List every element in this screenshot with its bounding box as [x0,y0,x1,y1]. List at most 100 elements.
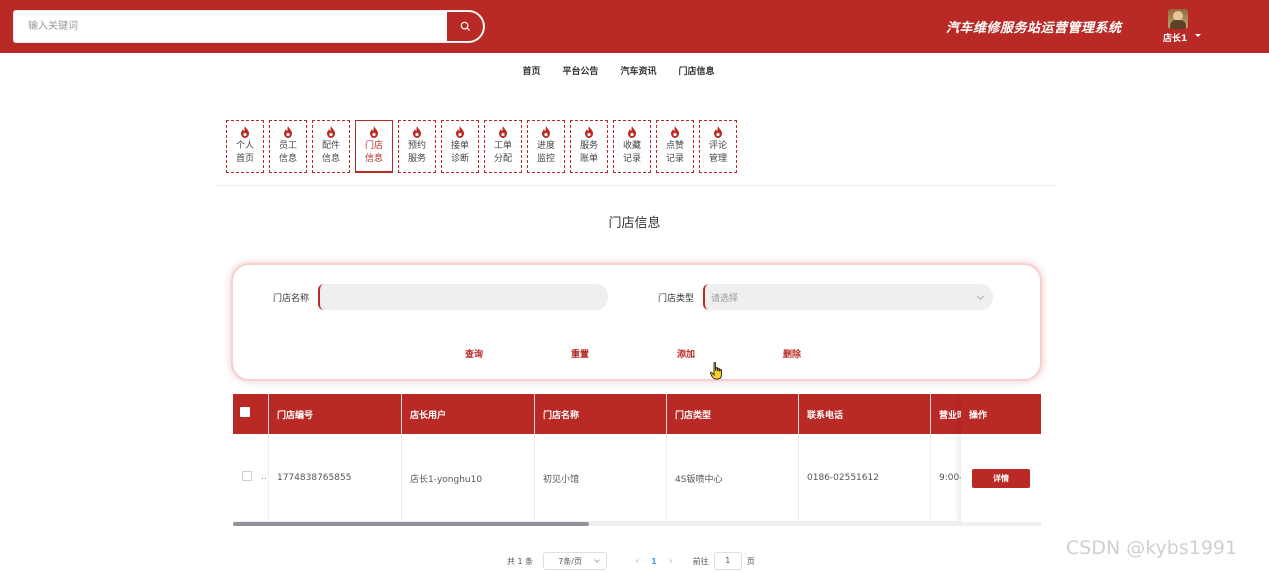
row-ellipsis: … [261,472,268,482]
cell-phone: 0186-02551612 [799,434,931,522]
subnav-label-line2: 信息 [278,154,297,164]
subnav-label-line2: 记录 [622,154,641,164]
subnav-label-line1: 评论 [708,141,727,151]
store-name-label: 门店名称 [273,294,310,304]
flame-icon [671,126,679,138]
prev-page-button[interactable]: ‹ [635,556,639,567]
cell-store-name: 初见小馆 [535,434,667,522]
subnav-item-staff[interactable]: 员工 信息 [269,120,307,173]
sub-nav: 个人 首页 员工 信息 配件 信息 门店 信息 预约 服务 接单 诊断 工单 分… [226,120,742,173]
col-store-type[interactable]: 门店类型 [667,394,799,434]
subnav-label-line1: 收藏 [622,141,641,151]
chevron-down-icon [976,292,985,301]
subnav-label-line1: 配件 [321,141,340,151]
subnav-label-line2: 服务 [407,154,426,164]
store-name-input[interactable] [318,284,608,310]
flame-icon [241,126,249,138]
subnav-item-progress[interactable]: 进度 监控 [527,120,565,173]
subnav-item-diagnosis[interactable]: 接单 诊断 [441,120,479,173]
user-name[interactable]: 店长1 [1163,31,1187,44]
subnav-label-line1: 服务 [579,141,598,151]
pagination-total: 共 1 条 [507,556,534,566]
page-number-current[interactable]: 1 [651,557,657,566]
operation-column: 操作 详情 [961,394,1041,522]
pagination: 共 1 条 7条/页 ‹ 1 › 前往 1 页 [507,551,755,571]
nav-store-info[interactable]: 门店信息 [679,64,715,77]
subnav-label-line1: 工单 [493,141,512,151]
page-jump-input[interactable]: 1 [713,552,742,570]
nav-car-news[interactable]: 汽车资讯 [621,64,657,77]
add-button[interactable]: 添加 [677,347,695,360]
subnav-label-line2: 信息 [364,154,383,164]
page-title: 门店信息 [608,216,661,231]
nav-home[interactable]: 首页 [522,64,540,77]
subnav-item-store-info[interactable]: 门店 信息 [355,120,393,173]
subnav-label-line2: 账单 [579,154,598,164]
col-operation: 操作 [961,394,1041,434]
subnav-label-line1: 预约 [407,141,426,151]
filter-panel: 门店名称 门店类型 请选择 查询 重置 添加 删除 [231,263,1042,381]
flame-icon [284,126,292,138]
subnav-label-line1: 个人 [235,141,254,151]
watermark-text: CSDN @kybs1991 [1066,537,1238,559]
subnav-label-line1: 接单 [450,141,469,151]
subnav-item-comments[interactable]: 评论 管理 [699,120,737,173]
subnav-label-line2: 管理 [708,154,727,164]
subnav-item-parts[interactable]: 配件 信息 [312,120,350,173]
search-button[interactable] [446,11,484,42]
flame-icon [585,126,593,138]
store-type-select[interactable]: 请选择 [703,284,993,310]
search-input[interactable] [14,11,446,42]
flame-icon [456,126,464,138]
horizontal-scrollbar[interactable] [233,522,1041,526]
subnav-label-line2: 首页 [235,154,254,164]
cell-store-id: 1774838765855 [269,434,402,522]
store-type-label: 门店类型 [658,294,695,304]
subnav-label-line2: 信息 [321,154,340,164]
subnav-label-line2: 分配 [493,154,512,164]
query-button[interactable]: 查询 [465,347,483,360]
row-checkbox[interactable] [242,471,252,481]
col-manager-user[interactable]: 店长用户 [402,394,535,434]
caret-down-icon[interactable] [1195,34,1201,37]
cell-manager-user: 店长1-yonghu10 [402,434,535,522]
main-nav: 首页 平台公告 汽车资讯 门店信息 [0,64,1269,77]
subnav-label-line1: 员工 [278,141,297,151]
flame-icon [714,126,722,138]
subnav-item-work-order[interactable]: 工单 分配 [484,120,522,173]
subnav-label-line2: 诊断 [450,154,469,164]
flame-icon [628,126,636,138]
col-store-name[interactable]: 门店名称 [535,394,667,434]
hand-cursor-icon [710,362,722,380]
subnav-item-personal-home[interactable]: 个人 首页 [226,120,264,173]
subnav-label-line2: 监控 [536,154,555,164]
delete-button[interactable]: 删除 [783,347,801,360]
goto-label: 前往 [692,556,709,566]
table-row: … 1774838765855 店长1-yonghu10 初见小馆 4S钣喷中心… [233,434,1041,522]
subnav-label-line1: 进度 [536,141,555,151]
col-phone[interactable]: 联系电话 [799,394,931,434]
header-select-cell [233,394,269,434]
next-page-button[interactable]: › [669,556,673,567]
flame-icon [370,126,378,138]
scrollbar-thumb[interactable] [233,522,589,526]
select-all-checkbox[interactable] [240,407,250,417]
avatar[interactable] [1168,9,1188,29]
page-size-select[interactable]: 7条/页 [543,552,608,570]
subnav-label-line1: 点赞 [665,141,684,151]
row-select-cell: … [233,434,269,522]
store-table: 门店编号 店长用户 门店名称 门店类型 联系电话 营业时间 … 17748387… [233,394,1041,526]
top-bar: 汽车维修服务站运营管理系统 店长1 [0,0,1269,53]
table-header: 门店编号 店长用户 门店名称 门店类型 联系电话 营业时间 [233,394,1041,434]
subnav-item-bill[interactable]: 服务 账单 [570,120,608,173]
subnav-item-favorites[interactable]: 收藏 记录 [613,120,651,173]
divider [214,185,1056,186]
col-store-id[interactable]: 门店编号 [269,394,402,434]
detail-button[interactable]: 详情 [972,469,1030,488]
nav-announcements[interactable]: 平台公告 [562,64,598,77]
flame-icon [327,126,335,138]
subnav-item-likes[interactable]: 点赞 记录 [656,120,694,173]
reset-button[interactable]: 重置 [571,347,589,360]
subnav-item-booking[interactable]: 预约 服务 [398,120,436,173]
system-title: 汽车维修服务站运营管理系统 [946,21,1122,36]
